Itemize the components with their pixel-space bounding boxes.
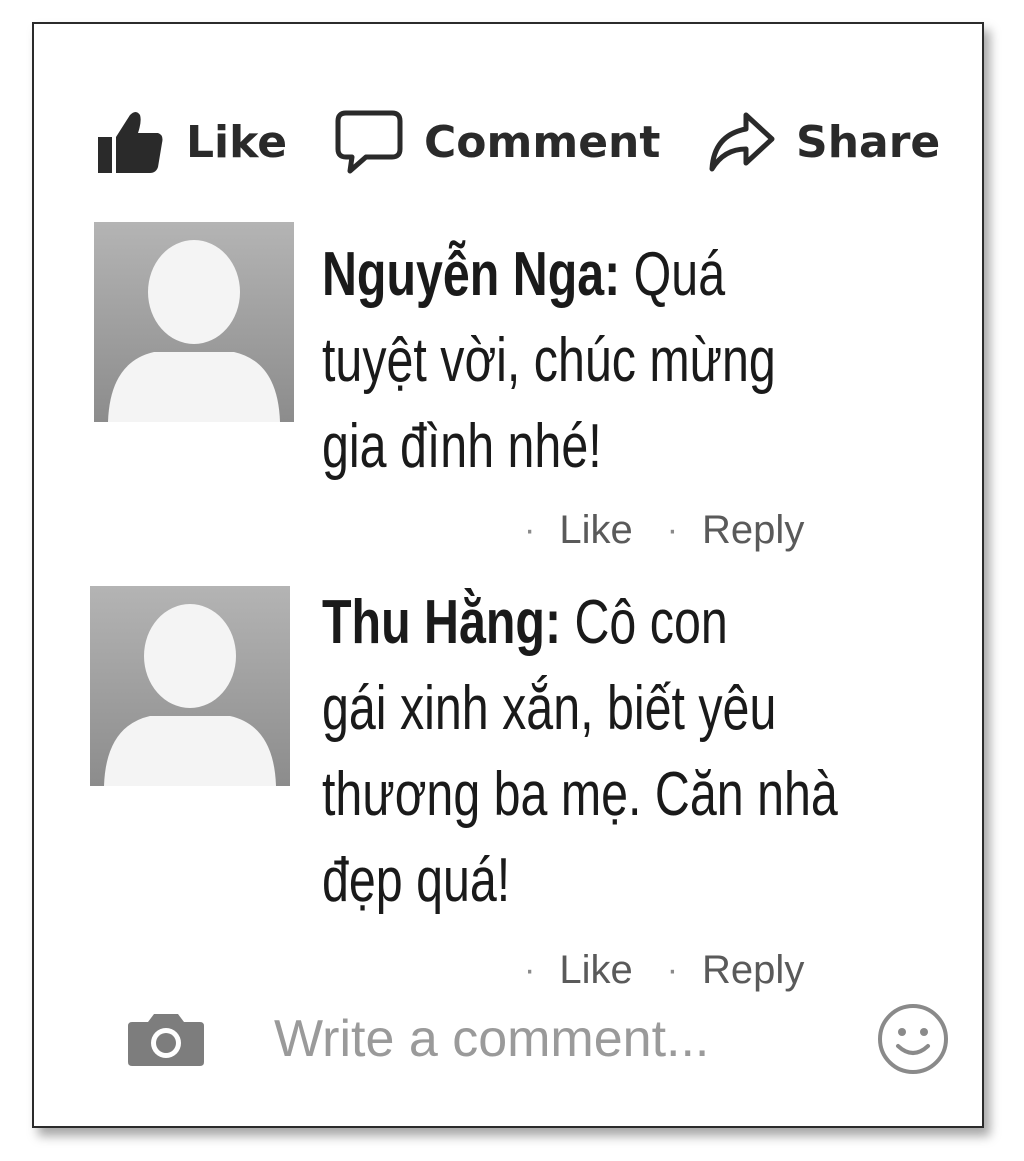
comment-reply-link[interactable]: Reply [702, 948, 804, 993]
separator-dot: · [666, 951, 679, 989]
smiley-icon[interactable] [876, 1002, 950, 1081]
action-bar: Like Comment Share [34, 102, 982, 182]
comment-composer [34, 994, 982, 1084]
comment-author[interactable]: Thu Hằng: [322, 588, 561, 657]
comment-card: Like Comment Share Nguyễn Nga: Quá tuyệt… [32, 22, 984, 1128]
comment-line: thương ba mẹ. Căn nhà [322, 760, 838, 829]
separator-dot: · [524, 511, 536, 549]
comment-reply-link[interactable]: Reply [702, 508, 804, 553]
share-arrow-icon [706, 109, 776, 175]
comment-body: Nguyễn Nga: Quá tuyệt vời, chúc mừng gia… [322, 232, 915, 490]
comment-input[interactable] [274, 1004, 834, 1074]
comment-like-link[interactable]: Like [559, 948, 632, 993]
speech-bubble-icon [334, 109, 404, 175]
comment-label: Comment [424, 116, 661, 168]
thumbs-up-icon [96, 107, 166, 177]
share-label: Share [796, 116, 941, 168]
comment-line: Quá [633, 240, 726, 309]
comment-actions: · Like · Reply [524, 508, 804, 553]
share-button[interactable]: Share [706, 102, 940, 182]
camera-icon[interactable] [126, 1010, 206, 1073]
comment-actions: · Like · Reply [524, 948, 804, 993]
comment-line: đẹp quá! [322, 846, 511, 915]
avatar[interactable] [94, 222, 294, 422]
separator-dot: · [524, 951, 536, 989]
comment-line: gia đình nhé! [322, 412, 602, 481]
comment-line: tuyệt vời, chúc mừng [322, 326, 776, 395]
like-label: Like [186, 116, 288, 168]
comment-body: Thu Hằng: Cô con gái xinh xắn, biết yêu … [322, 580, 915, 924]
like-button[interactable]: Like [96, 102, 287, 182]
comment-author[interactable]: Nguyễn Nga: [322, 240, 620, 309]
comment-line: Cô con [574, 588, 728, 657]
avatar[interactable] [90, 586, 290, 786]
comment-like-link[interactable]: Like [559, 508, 632, 553]
separator-dot: · [666, 511, 679, 549]
comment-line: gái xinh xắn, biết yêu [322, 674, 777, 743]
